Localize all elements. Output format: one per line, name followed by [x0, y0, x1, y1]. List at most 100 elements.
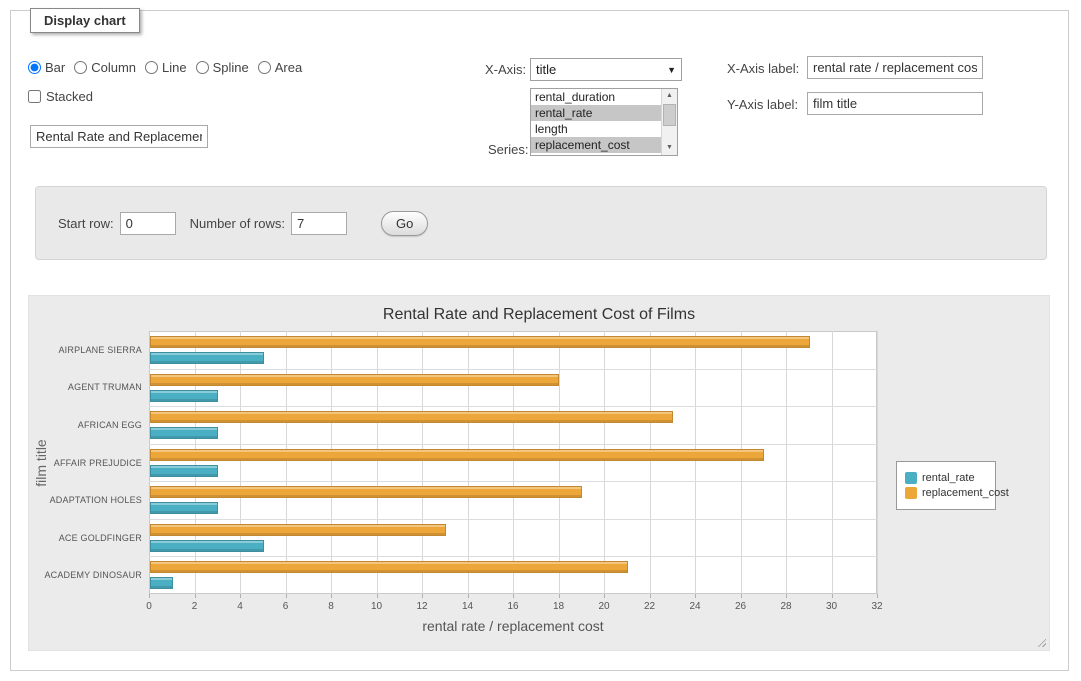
radio-spline[interactable] [196, 61, 209, 74]
x-tick-label: 26 [735, 601, 746, 612]
axis-tick [195, 594, 196, 598]
radio-area[interactable] [258, 61, 271, 74]
radio-label: Bar [45, 60, 65, 75]
gridline [468, 331, 469, 594]
x-tick-label: 12 [416, 601, 427, 612]
radio-bar[interactable] [28, 61, 41, 74]
bar-rental_rate[interactable] [150, 390, 218, 402]
bar-rental_rate[interactable] [150, 540, 264, 552]
x-tick-label: 2 [192, 601, 198, 612]
y-axis-label-input[interactable] [807, 92, 983, 115]
display-chart-fieldset: Display chart Bar Column Line Spline Area St… [10, 10, 1069, 671]
resize-handle-icon[interactable] [1035, 636, 1046, 647]
bar-rental_rate[interactable] [150, 502, 218, 514]
x-axis-label-label: X-Axis label: [727, 61, 799, 76]
axis-tick [149, 594, 150, 598]
chevron-down-icon: ▼ [667, 65, 676, 75]
axis-tick [513, 594, 514, 598]
x-tick-label: 32 [871, 601, 882, 612]
gridline [149, 444, 877, 445]
bar-replacement_cost[interactable] [150, 486, 582, 498]
x-tick-label: 8 [328, 601, 334, 612]
gridline [195, 331, 196, 594]
bar-replacement_cost[interactable] [150, 336, 810, 348]
bar-replacement_cost[interactable] [150, 561, 628, 573]
gridline [149, 556, 877, 557]
series-option-rental_duration[interactable]: rental_duration [531, 89, 661, 105]
bar-replacement_cost[interactable] [150, 411, 673, 423]
chart-legend: rental_rate replacement_cost [896, 461, 996, 510]
scroll-down-icon[interactable]: ▼ [662, 141, 677, 155]
gridline [604, 331, 605, 594]
radio-line[interactable] [145, 61, 158, 74]
go-button[interactable]: Go [381, 211, 428, 236]
gridline [422, 331, 423, 594]
scrollbar-thumb[interactable] [663, 104, 676, 126]
bar-rental_rate[interactable] [150, 427, 218, 439]
x-tick-label: 0 [146, 601, 152, 612]
start-row-input[interactable] [120, 212, 176, 235]
x-axis-select-label: X-Axis: [485, 62, 526, 77]
axis-tick [240, 594, 241, 598]
series-scrollbar[interactable]: ▲ ▼ [661, 89, 677, 155]
chart-type-radio-bar[interactable]: Bar [28, 60, 65, 75]
series-select-label: Series: [488, 142, 528, 157]
x-tick-label: 22 [644, 601, 655, 612]
axis-tick [877, 594, 878, 598]
x-axis-title: rental rate / replacement cost [149, 618, 877, 634]
num-rows-input[interactable] [291, 212, 347, 235]
bar-rental_rate[interactable] [150, 577, 173, 589]
x-tick-label: 4 [237, 601, 243, 612]
x-tick-label: 6 [283, 601, 289, 612]
stacked-label: Stacked [46, 89, 93, 104]
y-axis-label-label: Y-Axis label: [727, 97, 798, 112]
chart-type-radio-line[interactable]: Line [145, 60, 187, 75]
gridline [286, 331, 287, 594]
gridline [149, 519, 877, 520]
chart-title-input[interactable] [30, 125, 208, 148]
x-tick-label: 24 [689, 601, 700, 612]
bar-replacement_cost[interactable] [150, 374, 559, 386]
category-label: ACADEMY DINOSAUR [29, 570, 142, 580]
series-option-replacement_cost[interactable]: replacement_cost [531, 137, 661, 153]
series-multiselect[interactable]: rental_durationrental_ratelengthreplacem… [530, 88, 678, 156]
radio-label: Spline [213, 60, 249, 75]
chart-type-radio-spline[interactable]: Spline [196, 60, 249, 75]
stacked-checkbox-row[interactable]: Stacked [28, 89, 93, 104]
num-rows-label: Number of rows: [190, 216, 285, 231]
axis-tick [604, 594, 605, 598]
bar-rental_rate[interactable] [150, 352, 264, 364]
radio-column[interactable] [74, 61, 87, 74]
bar-replacement_cost[interactable] [150, 524, 446, 536]
x-axis-select[interactable]: title ▼ [530, 58, 682, 81]
gridline [741, 331, 742, 594]
bar-rental_rate[interactable] [150, 465, 218, 477]
chart-title: Rental Rate and Replacement Cost of Film… [29, 306, 1049, 324]
gridline [513, 331, 514, 594]
x-axis-selected-value: title [536, 62, 556, 77]
chart-type-radio-area[interactable]: Area [258, 60, 302, 75]
stacked-checkbox[interactable] [28, 90, 41, 103]
x-axis-label-input[interactable] [807, 56, 983, 79]
axis-tick [468, 594, 469, 598]
x-tick-label: 14 [462, 601, 473, 612]
axis-tick [422, 594, 423, 598]
bar-replacement_cost[interactable] [150, 449, 764, 461]
chart-type-radio-column[interactable]: Column [74, 60, 136, 75]
series-option-length[interactable]: length [531, 121, 661, 137]
legend-symbol [905, 472, 917, 484]
gridline [377, 331, 378, 594]
gridline [149, 406, 877, 407]
gridline [149, 369, 877, 370]
fieldset-legend: Display chart [30, 8, 140, 33]
axis-tick [331, 594, 332, 598]
series-option-rental_rate[interactable]: rental_rate [531, 105, 661, 121]
scroll-up-icon[interactable]: ▲ [662, 89, 677, 103]
rows-panel: Start row: Number of rows: Go [35, 186, 1047, 260]
legend-entry-rental_rate[interactable]: rental_rate [905, 472, 987, 484]
chart-type-radio-group: Bar Column Line Spline Area [28, 60, 311, 75]
category-label: AIRPLANE SIERRA [29, 345, 142, 355]
axis-tick [832, 594, 833, 598]
legend-entry-replacement_cost[interactable]: replacement_cost [905, 487, 987, 499]
gridline [559, 331, 560, 594]
